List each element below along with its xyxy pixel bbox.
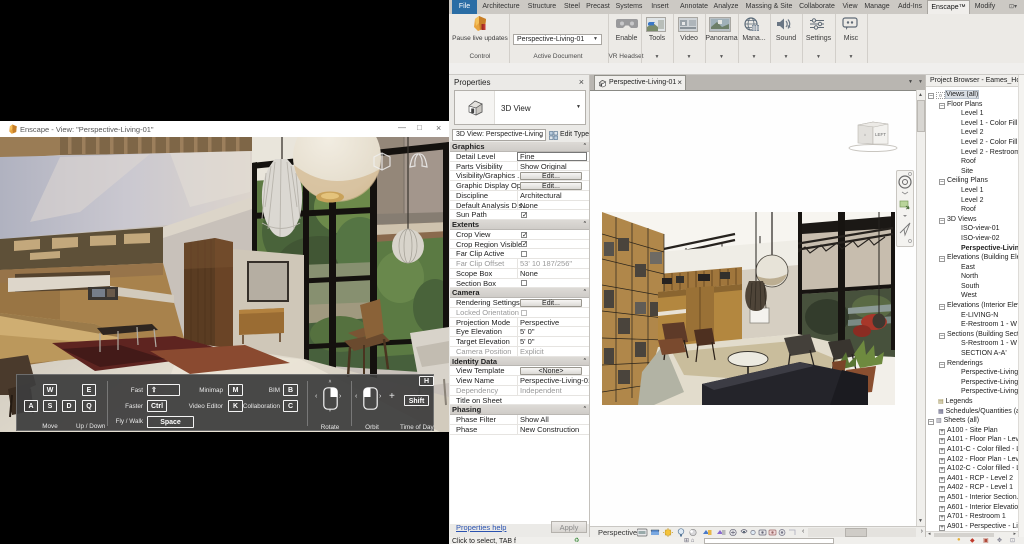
svg-text:LEFT: LEFT bbox=[875, 132, 886, 137]
